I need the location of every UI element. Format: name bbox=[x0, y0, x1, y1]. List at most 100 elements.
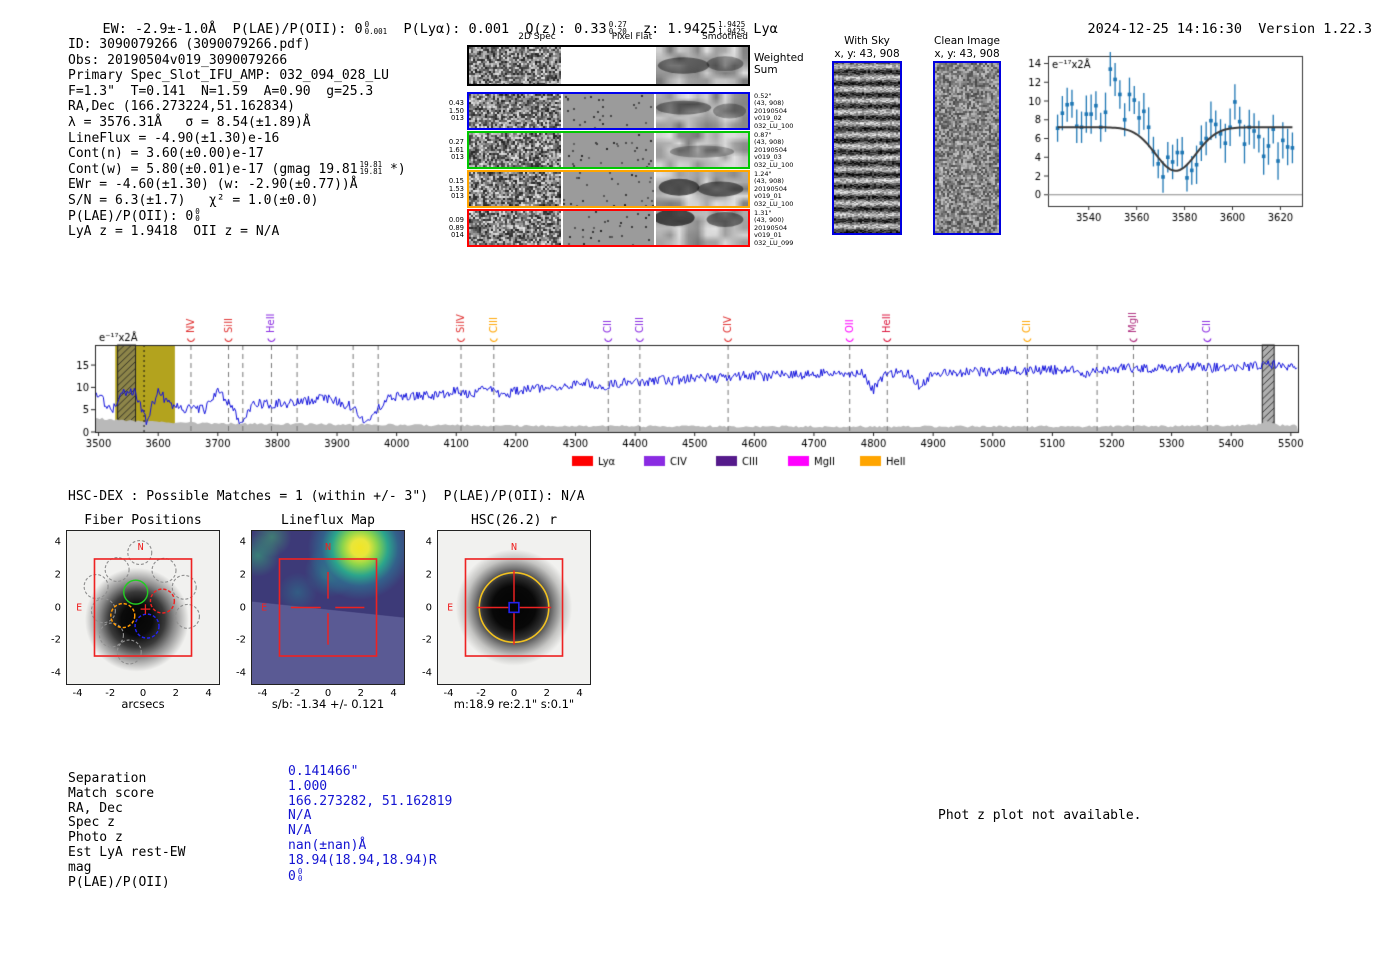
lineflux-ytick-0: 0 bbox=[239, 602, 246, 613]
match-label-6: mag bbox=[68, 859, 92, 875]
info-radec: RA,Dec (166.273224,51.162834) bbox=[68, 99, 295, 115]
hsc-overlay: N E bbox=[447, 542, 564, 657]
hsc-xtick-4: 4 bbox=[576, 688, 583, 699]
hsc-xlabel: m:18.9 re:2.1" s:0.1" bbox=[453, 697, 575, 711]
with-sky-image bbox=[832, 61, 902, 235]
match-value-7: 000 bbox=[288, 866, 303, 884]
spec2d-row-right-label-1: 0.52" (43, 908) 20190504 v019_02 032_LU_100 bbox=[754, 92, 794, 130]
fiber-ytick-0: 0 bbox=[54, 602, 61, 613]
spec2d-row-0 bbox=[467, 45, 750, 86]
spec2d-cell-pixelflat-4 bbox=[563, 211, 654, 245]
lineflux-ytick--2: -2 bbox=[236, 634, 246, 646]
spec2d-cell-2dspec-0 bbox=[469, 47, 561, 84]
match-value-2: 166.273282, 51.162819 bbox=[288, 793, 453, 809]
lineflux-crosshair bbox=[290, 571, 365, 645]
phot-z-note: Phot z plot not available. bbox=[938, 808, 1142, 823]
spec2d-cell-smoothed-4 bbox=[656, 211, 748, 245]
fiber-ytick-2: 2 bbox=[54, 569, 61, 581]
elixer-report-page: EW: -2.9±-1.0Å P(LAE)/P(OII): 0 0 0.001 P(… bbox=[0, 0, 1400, 953]
spec2d-row-left-label-4: 0.09 0.89 014 bbox=[448, 216, 464, 240]
spec2d-cell-pixelflat-3 bbox=[563, 172, 654, 206]
clean-image-title: Clean Image x, y: 43, 908 bbox=[933, 35, 1001, 60]
spec2d-cell-pixelflat-2 bbox=[563, 133, 654, 167]
info-lineflux: LineFlux = -4.90(±1.30)e-16 bbox=[68, 130, 280, 146]
hsc-ytick-4: 4 bbox=[425, 536, 432, 548]
match-value-0: 0.141466" bbox=[288, 764, 359, 779]
hsc-center-box bbox=[508, 601, 520, 614]
lineflux-ytick-4: 4 bbox=[239, 536, 246, 548]
match-label-0: Separation bbox=[68, 771, 147, 786]
hsc-ytick-0: 0 bbox=[425, 602, 432, 613]
match-table-labels: Separation Match score RA, Dec Spec z Photo … bbox=[68, 771, 186, 890]
match-value-1: 1.000 bbox=[288, 778, 328, 794]
fiber-xtick-2: 2 bbox=[172, 688, 179, 699]
fiber-positions-title: Fiber Positions bbox=[84, 513, 202, 528]
fiber-ytick--2: -2 bbox=[51, 634, 61, 646]
fiber-positions-overlay: N E bbox=[76, 539, 201, 665]
spec2d-row-1 bbox=[467, 92, 750, 130]
spec2d-row-2 bbox=[467, 131, 750, 169]
info-plae: P(LAE)/P(OII): 000 bbox=[68, 206, 200, 224]
fiber-positions-panel: N E bbox=[66, 530, 220, 685]
weighted-sum-label: Weighted Sum bbox=[754, 52, 804, 76]
full-spectrum-plot bbox=[60, 298, 1345, 468]
lineflux-ytick--4: -4 bbox=[236, 667, 246, 679]
match-label-4: Photo z bbox=[68, 830, 123, 846]
lineflux-xtick--4: -4 bbox=[257, 688, 268, 699]
spec2d-block: 2D Spec Pixel Flat Smoothed Weighted Sum … bbox=[443, 32, 804, 257]
spec2d-row-left-label-1: 0.43 1.50 013 bbox=[448, 99, 464, 123]
fiber-circle-green bbox=[123, 579, 149, 605]
info-lambda-sigma: λ = 3576.31Å σ = 8.54(±1.89)Å bbox=[68, 114, 311, 130]
version-label: Version 1.22.3 bbox=[1258, 21, 1373, 37]
match-label-7: P(LAE)/P(OII) bbox=[68, 874, 170, 890]
detection-info-block: ID: 3090079266 (3090079266.pdf) Obs: 201… bbox=[68, 37, 406, 240]
info-lya-oii-z: LyA z = 1.9418 OII z = N/A bbox=[68, 224, 280, 240]
match-value-5: nan(±nan)Å bbox=[288, 837, 367, 853]
fiber-xtick--2: -2 bbox=[105, 688, 116, 699]
match-value-6: 18.94(18.94,18.94)R bbox=[288, 852, 437, 868]
match-label-5: Est LyA rest-EW bbox=[68, 844, 186, 860]
match-label-2: RA, Dec bbox=[68, 800, 123, 816]
hsc-crosshair bbox=[476, 570, 552, 645]
spec2d-row-right-label-3: 1.24" (43, 908) 20190504 v019_01 032_LU_100 bbox=[754, 170, 794, 208]
line-fit-plot bbox=[1020, 40, 1320, 240]
match-value-4: N/A bbox=[288, 823, 312, 839]
spec2d-cell-smoothed-0 bbox=[656, 47, 748, 84]
lineflux-east-label: E bbox=[261, 603, 267, 614]
header-plae: P(LAE)/P(OII): 0 bbox=[232, 21, 363, 37]
with-sky-canvas bbox=[834, 63, 900, 233]
match-label-1: Match score bbox=[68, 785, 155, 801]
spec2d-header-smoothed: Smoothed bbox=[702, 32, 748, 42]
clean-image-canvas bbox=[935, 63, 999, 233]
spec2d-row-3 bbox=[467, 170, 750, 208]
fiber-east-label: E bbox=[76, 603, 82, 614]
spec2d-cell-smoothed-3 bbox=[656, 172, 748, 206]
spec2d-row-right-label-2: 0.87" (43, 908) 20190504 v019_03 032_LU_100 bbox=[754, 131, 794, 169]
spec2d-cell-2dspec-2 bbox=[469, 133, 561, 167]
info-seeing: F=1.3" T=0.141 N=1.59 A=0.90 g=25.3 bbox=[68, 83, 374, 99]
lineflux-xtick-4: 4 bbox=[390, 688, 397, 699]
timestamp: 2024-12-25 14:16:30 bbox=[1087, 21, 1242, 37]
hsc-east-label: E bbox=[447, 603, 453, 614]
info-ewr: EWr = -4.60(±1.30) (w: -2.90(±0.77))Å bbox=[68, 177, 358, 193]
lineflux-north-label: N bbox=[325, 542, 331, 553]
match-label-3: Spec z bbox=[68, 815, 115, 831]
spec2d-cell-smoothed-1 bbox=[656, 94, 748, 128]
lineflux-map-panel: N E bbox=[251, 530, 405, 685]
fiber-ytick-4: 4 bbox=[54, 536, 61, 548]
fiber-ytick--4: -4 bbox=[51, 667, 61, 679]
spec2d-header-pixelflat: Pixel Flat bbox=[611, 32, 653, 42]
info-cont-n: Cont(n) = 3.60(±0.00)e-17 bbox=[68, 146, 264, 162]
fiber-extraction-box bbox=[93, 558, 193, 657]
info-sn-chi2: S/N = 6.3(±1.7) χ² = 1.0(±0.0) bbox=[68, 192, 319, 208]
info-id: ID: 3090079266 (3090079266.pdf) bbox=[68, 37, 311, 52]
hsc-xtick--4: -4 bbox=[443, 688, 454, 699]
spec2d-row-left-label-3: 0.15 1.53 013 bbox=[448, 177, 464, 201]
fiber-circle-red bbox=[149, 588, 176, 614]
fiber-center-cross bbox=[140, 604, 151, 614]
lineflux-ytick-2: 2 bbox=[239, 569, 246, 581]
fiber-circle-blue bbox=[134, 613, 160, 639]
info-primary-spec: Primary Spec_Slot_IFU_AMP: 032_094_028_L… bbox=[68, 68, 389, 84]
spec2d-cell-pixelflat-1 bbox=[563, 94, 654, 128]
lineflux-map-title: Lineflux Map bbox=[281, 513, 375, 528]
